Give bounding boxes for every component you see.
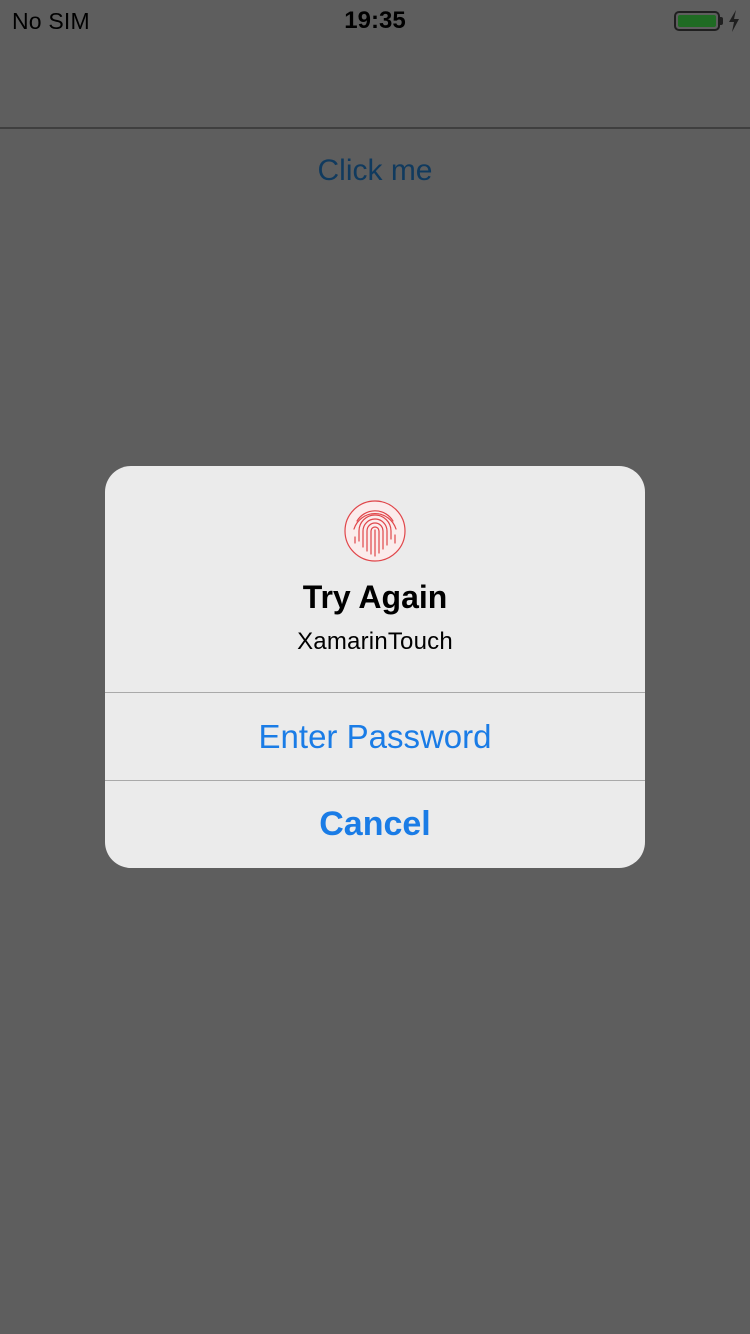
status-time: 19:35: [344, 7, 406, 34]
battery-cap: [720, 17, 723, 25]
battery-icon: [674, 11, 720, 31]
click-me-button[interactable]: Click me: [0, 154, 750, 188]
alert-header: Try Again XamarinTouch: [105, 466, 645, 692]
app-screen: No SIM 19:35 Click me Try Again XamarinT…: [0, 0, 750, 1334]
alert-title: Try Again: [302, 579, 448, 615]
enter-password-button[interactable]: Enter Password: [105, 693, 645, 781]
fingerprint-icon: [344, 500, 406, 562]
navigation-bar: [0, 40, 750, 128]
battery-level-fill: [678, 15, 716, 27]
charging-bolt-icon: [729, 10, 739, 32]
cancel-button[interactable]: Cancel: [105, 780, 645, 868]
touch-id-alert: Try Again XamarinTouch Enter Password Ca…: [105, 466, 645, 868]
navigation-bar-divider: [0, 127, 750, 129]
status-bar: No SIM 19:35: [0, 0, 750, 40]
alert-message: XamarinTouch: [297, 628, 453, 655]
